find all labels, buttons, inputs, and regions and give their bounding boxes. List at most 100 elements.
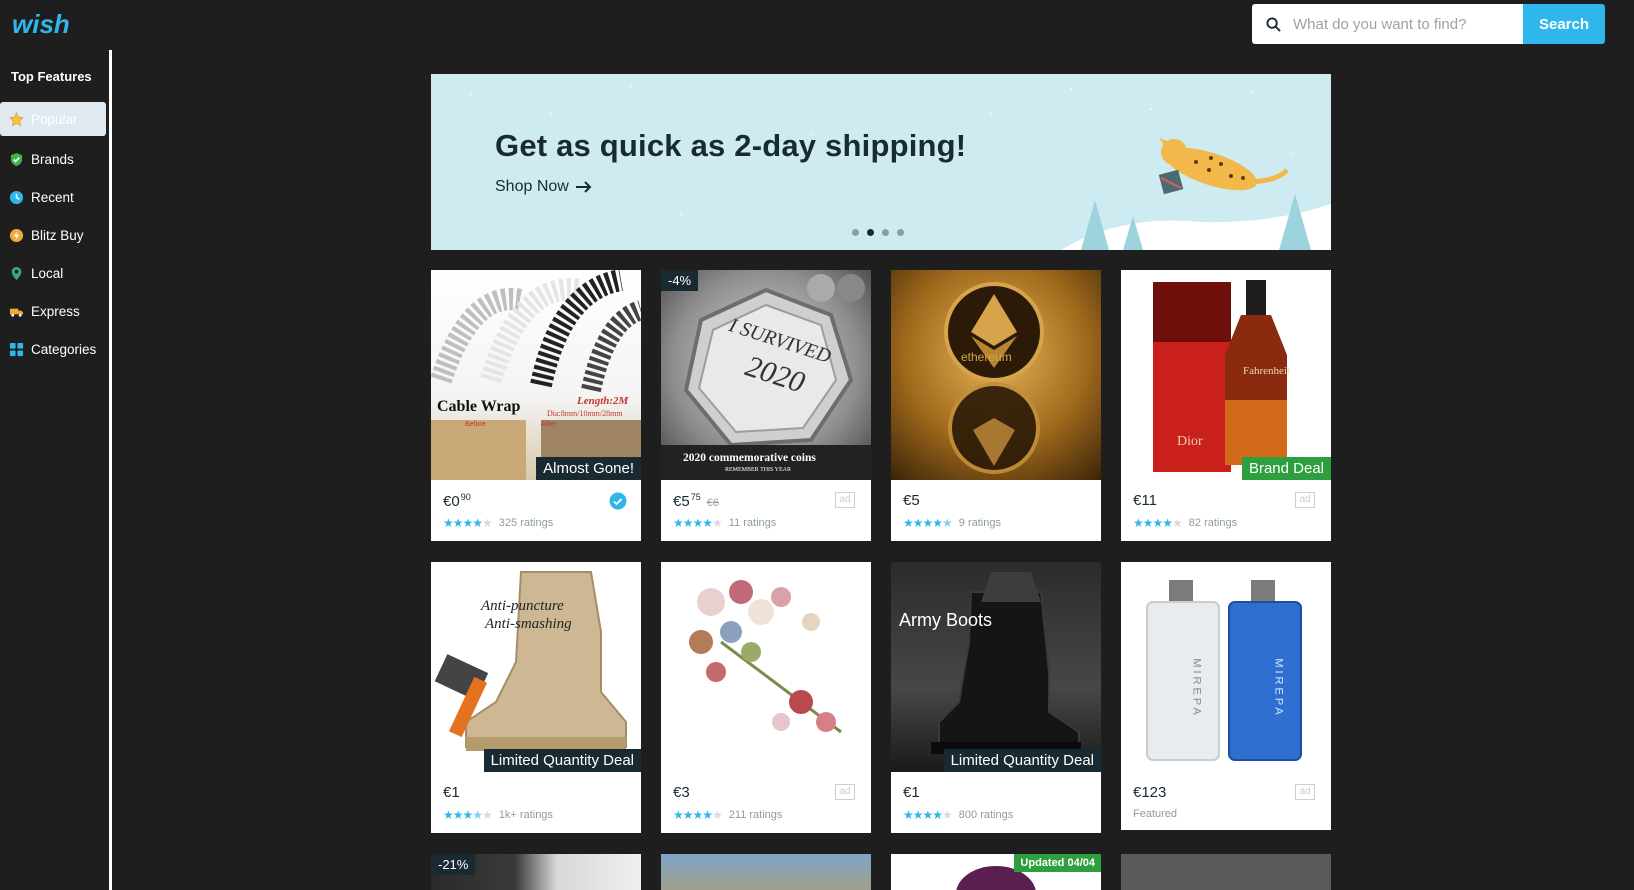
product-image-partial — [1121, 854, 1331, 890]
overlay-anti-puncture: Anti-puncture — [481, 598, 564, 614]
overlay-length: Length:2M — [577, 395, 629, 407]
ad-label: ad — [1295, 492, 1315, 508]
sidebar: Top Features Popular Brands Recent Blitz… — [0, 50, 112, 890]
overlay-coin-sub: REMEMBER THIS YEAR — [725, 467, 792, 473]
wish-logo-icon: wish — [12, 9, 70, 39]
ad-label: ad — [835, 784, 855, 800]
black-boot-illustration — [931, 572, 1081, 754]
badge-limited-quantity: Limited Quantity Deal — [483, 749, 641, 772]
updated-badge: Updated 04/04 — [1014, 854, 1101, 872]
product-price: €090 — [443, 492, 471, 510]
product-image-boot-tan: Anti-puncture Anti-smashing Limited Quan… — [431, 562, 641, 772]
price-cents: 90 — [460, 492, 471, 502]
sidebar-item-popular[interactable]: Popular — [0, 102, 106, 136]
sidebar-item-local[interactable]: Local — [0, 254, 109, 292]
star-rating-icon: ★★★★★ — [903, 808, 953, 822]
product-image-cable-wrap: Cable Wrap Length:2M Dia:8mm/10mm/28mm B… — [431, 270, 641, 480]
shield-check-icon — [9, 152, 24, 167]
product-rating: ★★★★★ 11 ratings — [673, 516, 776, 530]
star-rating-icon: ★★★★★ — [673, 516, 723, 530]
wish-logo[interactable]: wish — [12, 8, 76, 44]
sidebar-item-label: Local — [31, 265, 64, 281]
badge-almost-gone: Almost Gone! — [536, 457, 641, 480]
overlay-before: Before — [465, 421, 486, 428]
star-rating-icon: ★★★★★ — [673, 808, 723, 822]
overlay-ethereum: ethereum — [961, 350, 1012, 364]
sidebar-item-label: Categories — [31, 341, 97, 357]
discount-badge: -4% — [661, 270, 699, 291]
overlay-dior: Dior — [1177, 434, 1203, 449]
sidebar-item-label: Blitz Buy — [31, 227, 84, 243]
svg-text:wish: wish — [12, 9, 70, 39]
product-card[interactable]: ethereum €5 ★★★★★ 9 ratings — [891, 270, 1101, 541]
product-rating: ★★★★★ 9 ratings — [903, 516, 1001, 530]
carousel-dot-active[interactable] — [867, 229, 874, 236]
sidebar-title: Top Features — [11, 69, 92, 84]
search-field[interactable] — [1252, 4, 1523, 44]
badge-limited-quantity: Limited Quantity Deal — [943, 749, 1101, 772]
product-card[interactable]: Anti-puncture Anti-smashing Limited Quan… — [431, 562, 641, 833]
product-price: €575 €6 — [673, 492, 719, 510]
sidebar-item-categories[interactable]: Categories — [0, 330, 109, 368]
search-input[interactable] — [1293, 15, 1513, 33]
search-icon — [1266, 16, 1281, 32]
rating-count: 82 ratings — [1188, 517, 1238, 529]
product-card[interactable]: Army Boots Limited Quantity Deal €1 ★★★★… — [891, 562, 1101, 833]
overlay-coin-caption: 2020 commemorative coins — [683, 452, 816, 464]
ad-label: ad — [1295, 784, 1315, 800]
product-rating: ★★★★★ 82 ratings — [1133, 516, 1237, 530]
search-bar: Search — [1252, 4, 1605, 44]
overlay-army-boots: Army Boots — [899, 610, 993, 630]
sidebar-item-brands[interactable]: Brands — [0, 140, 109, 178]
tan-boot-illustration — [434, 571, 627, 751]
overlay-fahrenheit: Fahrenheit — [1243, 365, 1291, 377]
sidebar-item-express[interactable]: Express — [0, 292, 109, 330]
verified-badge-icon — [609, 492, 627, 510]
banner-headline: Get as quick as 2-day shipping! — [495, 128, 967, 163]
star-rating-icon: ★★★★★ — [443, 516, 493, 530]
sidebar-item-recent[interactable]: Recent — [0, 178, 109, 216]
sidebar-item-label: Recent — [31, 189, 74, 205]
ethereum-coin-illustration — [944, 282, 1044, 474]
overlay-anti-smashing: Anti-smashing — [485, 616, 572, 632]
carousel-dot[interactable] — [882, 229, 889, 236]
product-card[interactable]: Cable Wrap Length:2M Dia:8mm/10mm/28mm B… — [431, 270, 641, 541]
product-card[interactable] — [1121, 854, 1331, 890]
product-price: €1 — [903, 784, 920, 801]
product-image-partial: -21% — [431, 854, 641, 890]
shop-now-link[interactable]: Shop Now — [495, 178, 593, 196]
rating-count: 325 ratings — [498, 517, 554, 529]
overlay-title: Cable Wrap — [437, 398, 521, 415]
sidebar-item-blitz-buy[interactable]: Blitz Buy — [0, 216, 109, 254]
sidebar-item-label: Popular — [31, 111, 78, 127]
product-image-perfume: Fahrenheit Dior Brand Deal — [1121, 270, 1331, 480]
product-image-coin: I SURVIVED 2020 2020 commemorative coins… — [661, 270, 871, 480]
truck-icon — [9, 304, 24, 319]
rating-count: 11 ratings — [728, 517, 777, 529]
product-price: €3 — [673, 784, 690, 801]
product-card[interactable]: -21% — [431, 854, 641, 890]
product-rating: ★★★★★ 325 ratings — [443, 516, 553, 530]
product-card[interactable]: MIREPA MIREPA €123 ad Featured — [1121, 562, 1331, 830]
product-rating: ★★★★★ 800 ratings — [903, 808, 1013, 822]
product-card[interactable] — [661, 854, 871, 890]
clock-icon — [9, 190, 24, 205]
carousel-dot[interactable] — [897, 229, 904, 236]
product-card[interactable]: Fahrenheit Dior Brand Deal €11 ad ★★★★★ 8… — [1121, 270, 1331, 541]
product-card[interactable]: I SURVIVED 2020 2020 commemorative coins… — [661, 270, 871, 541]
product-card[interactable]: €3 ad ★★★★★ 211 ratings — [661, 562, 871, 833]
product-card[interactable]: Updated 04/04 — [891, 854, 1101, 890]
sidebar-item-label: Express — [31, 303, 80, 319]
rating-count: 800 ratings — [958, 809, 1014, 821]
arrow-right-icon — [575, 181, 592, 193]
product-price: €123 — [1133, 784, 1167, 801]
flowers-illustration — [689, 580, 842, 734]
rating-count: 211 ratings — [728, 809, 783, 821]
product-image-army-boots: Army Boots Limited Quantity Deal — [891, 562, 1101, 772]
search-button[interactable]: Search — [1523, 4, 1605, 44]
promo-banner[interactable]: Get as quick as 2-day shipping! Shop Now — [431, 74, 1331, 250]
product-price: €1 — [443, 784, 460, 801]
carousel-dot[interactable] — [852, 229, 859, 236]
product-image-partial — [661, 854, 871, 890]
overlay-mirepa-left: MIREPA — [1190, 658, 1203, 718]
